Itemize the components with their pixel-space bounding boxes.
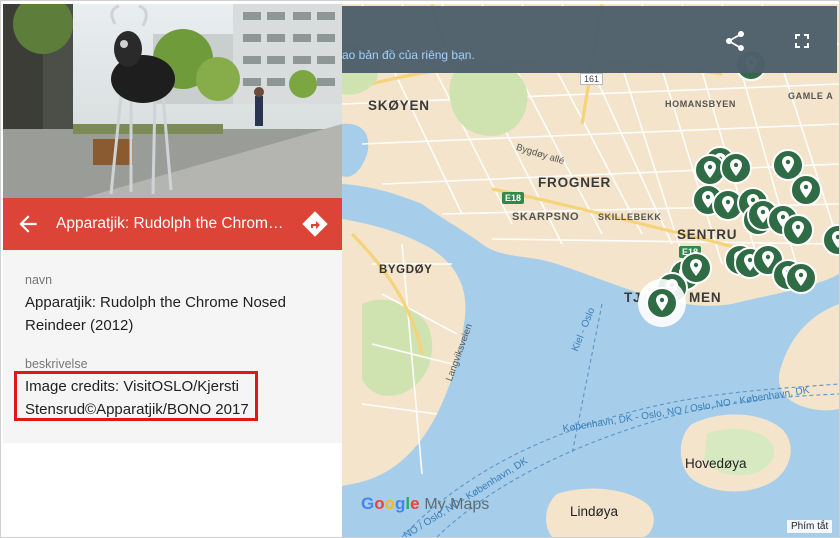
my-maps-wordmark: My Maps	[424, 496, 490, 513]
map-pin-icon[interactable]	[720, 152, 752, 186]
app-frame: Apparatjik: Rudolph the Chrome Nosed Rei…	[0, 0, 840, 538]
road-number-161: 161	[580, 73, 604, 85]
map-label-skillebekk: SKILLEBEKK	[598, 212, 662, 222]
fullscreen-icon[interactable]	[790, 29, 814, 53]
map-label-gamle: GAMLE A	[788, 91, 834, 101]
island-label-lindoya: Lindøya	[570, 504, 619, 519]
island-label-hovedoya: Hovedøya	[685, 456, 747, 471]
map-pin-icon[interactable]	[822, 224, 839, 258]
map-label-bygdoy: BYGDØY	[379, 264, 433, 276]
map-label-frogner: FROGNER	[538, 175, 612, 190]
map-banner-text: ao bản đồ của riêng bạn.	[342, 48, 475, 62]
arrow-left-icon[interactable]	[15, 211, 41, 237]
selected-map-pin-icon[interactable]	[638, 279, 686, 327]
map-pin-icon[interactable]	[782, 214, 814, 248]
map-canvas[interactable]: SKØYEN FROGNER SKARPSNO SKILLEBEKK SENTR…	[342, 4, 839, 537]
directions-icon[interactable]	[301, 210, 329, 238]
highlight-box	[14, 371, 258, 421]
feature-panel: Apparatjik: Rudolph the Chrome Nosed Rei…	[3, 4, 342, 537]
field-value-navn-line1: Apparatjik: Rudolph the Chrome Nosed	[25, 294, 286, 311]
road-shield-e18-a: E18	[502, 192, 525, 204]
feature-title: Apparatjik: Rudolph the Chrome Nosed Rei…	[56, 215, 291, 232]
feature-title-bar: Apparatjik: Rudolph the Chrome Nosed Rei…	[3, 198, 342, 250]
map-top-bar	[342, 6, 837, 73]
feature-photo	[3, 4, 342, 198]
field-value-navn-line2: Reindeer (2012)	[25, 317, 134, 334]
panel-empty-area	[3, 443, 342, 537]
map-label-skarpsno: SKARPSNO	[512, 211, 580, 223]
map-label-skoyen: SKØYEN	[368, 98, 430, 113]
map-pin-icon[interactable]	[790, 174, 822, 208]
map-pin-icon[interactable]	[785, 262, 817, 296]
field-label-beskrivelse: beskrivelse	[25, 357, 88, 371]
google-my-maps-logo: Google My Maps	[361, 494, 490, 513]
field-label-navn: navn	[25, 273, 53, 287]
share-icon[interactable]	[723, 29, 747, 53]
map-label-sentrum: SENTRU	[677, 227, 738, 242]
map-label-homansbyen: HOMANSBYEN	[665, 99, 737, 109]
keyboard-shortcuts-link[interactable]: Phím tắt	[787, 520, 833, 533]
